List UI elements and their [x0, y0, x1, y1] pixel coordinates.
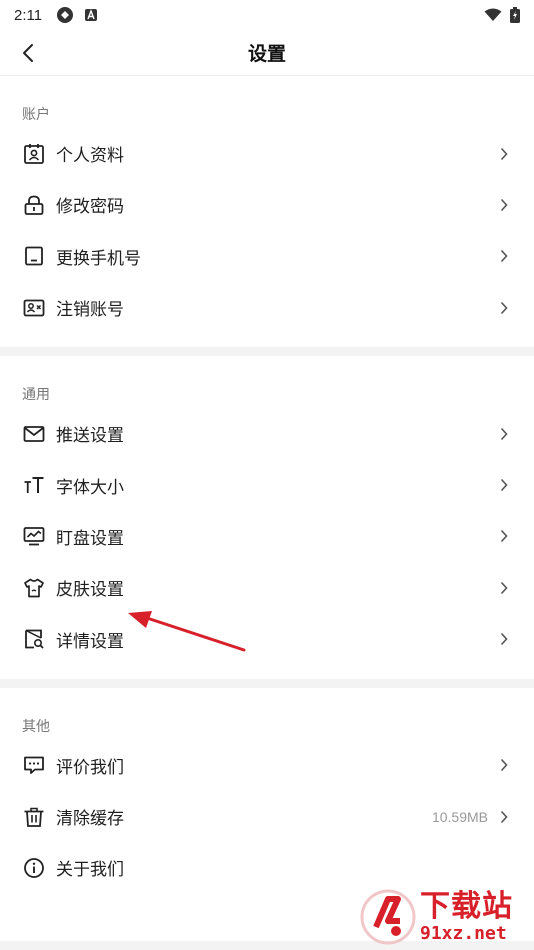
chevron-right-icon — [500, 581, 508, 594]
settings-item-detail[interactable]: 详情设置 — [0, 613, 534, 664]
top-app-bar: 设置 — [0, 30, 534, 76]
section-label-other: 其他 — [22, 717, 50, 734]
section-general: 通用 推送设置 字体大小 盯盘设置 皮肤设置 详情设置 — [0, 356, 534, 678]
section-label-account: 账户 — [22, 106, 50, 122]
watermark: 下载站 91xz.net — [358, 886, 528, 948]
watermark-url: 91xz.net — [420, 923, 507, 944]
battery-charging-icon — [510, 7, 520, 23]
status-bar: 2:11 — [0, 0, 534, 30]
settings-item-label: 清除缓存 — [56, 809, 124, 829]
settings-item-watch-market[interactable]: 盯盘设置 — [0, 511, 534, 562]
back-button[interactable] — [14, 38, 42, 68]
id-card-x-icon — [23, 299, 45, 316]
cache-size-value: 10.59MB — [431, 808, 488, 825]
chevron-right-icon — [500, 301, 508, 314]
section-divider — [0, 347, 534, 357]
trash-icon — [24, 807, 44, 827]
section-other: 其他 评价我们 清除缓存 10.59MB 关于我们 — [0, 688, 534, 894]
phone-icon — [25, 246, 43, 266]
monitor-chart-icon — [23, 527, 45, 546]
message-icon — [24, 756, 44, 775]
settings-item-change-password[interactable]: 修改密码 — [0, 179, 534, 230]
chevron-right-icon — [500, 479, 508, 492]
wifi-icon — [484, 8, 502, 21]
lock-icon — [24, 195, 44, 215]
chevron-right-icon — [500, 759, 508, 772]
settings-item-change-phone[interactable]: 更换手机号 — [0, 231, 534, 282]
chevron-left-icon — [23, 44, 33, 62]
settings-item-label: 详情设置 — [56, 631, 124, 651]
settings-item-rate-us[interactable]: 评价我们 — [0, 740, 534, 791]
settings-item-label: 关于我们 — [56, 860, 124, 880]
chevron-right-icon — [500, 530, 508, 543]
font-size-icon — [24, 477, 44, 494]
settings-item-label: 字体大小 — [56, 477, 124, 497]
shirt-icon — [24, 578, 44, 598]
profile-card-icon — [24, 143, 44, 164]
settings-item-push[interactable]: 推送设置 — [0, 408, 534, 459]
settings-item-label: 皮肤设置 — [56, 580, 124, 600]
settings-item-label: 修改密码 — [56, 197, 124, 217]
settings-item-clear-cache[interactable]: 清除缓存 10.59MB — [0, 791, 534, 842]
settings-item-label: 盯盘设置 — [56, 528, 124, 548]
chevron-right-icon — [500, 198, 508, 211]
settings-item-label: 个人资料 — [56, 146, 124, 166]
info-icon — [24, 858, 44, 878]
mail-icon — [23, 425, 45, 442]
chevron-right-icon — [500, 427, 508, 440]
page-title: 设置 — [247, 44, 286, 65]
chevron-right-icon — [500, 147, 508, 160]
settings-item-label: 注销账号 — [56, 300, 124, 320]
watermark-main-text: 下载站 — [420, 890, 513, 923]
settings-item-profile[interactable]: 个人资料 — [0, 128, 534, 179]
settings-item-delete-account[interactable]: 注销账号 — [0, 282, 534, 333]
chevron-right-icon — [500, 250, 508, 263]
settings-item-label: 评价我们 — [56, 757, 124, 777]
section-divider — [0, 678, 534, 688]
settings-item-label: 推送设置 — [56, 426, 124, 446]
status-time: 2:11 — [14, 6, 43, 24]
settings-item-font-size[interactable]: 字体大小 — [0, 459, 534, 510]
chevron-right-icon — [500, 632, 508, 646]
a-notification-icon — [85, 9, 98, 21]
detail-search-icon — [25, 629, 44, 649]
settings-item-skin[interactable]: 皮肤设置 — [0, 562, 534, 613]
settings-item-label: 更换手机号 — [56, 248, 141, 268]
section-account: 账户 个人资料 修改密码 更换手机号 注销账号 — [0, 76, 534, 347]
watermark-logo — [360, 889, 416, 945]
section-label-general: 通用 — [22, 386, 50, 403]
chevron-right-icon — [500, 810, 508, 823]
app-notification-icon — [57, 7, 74, 23]
